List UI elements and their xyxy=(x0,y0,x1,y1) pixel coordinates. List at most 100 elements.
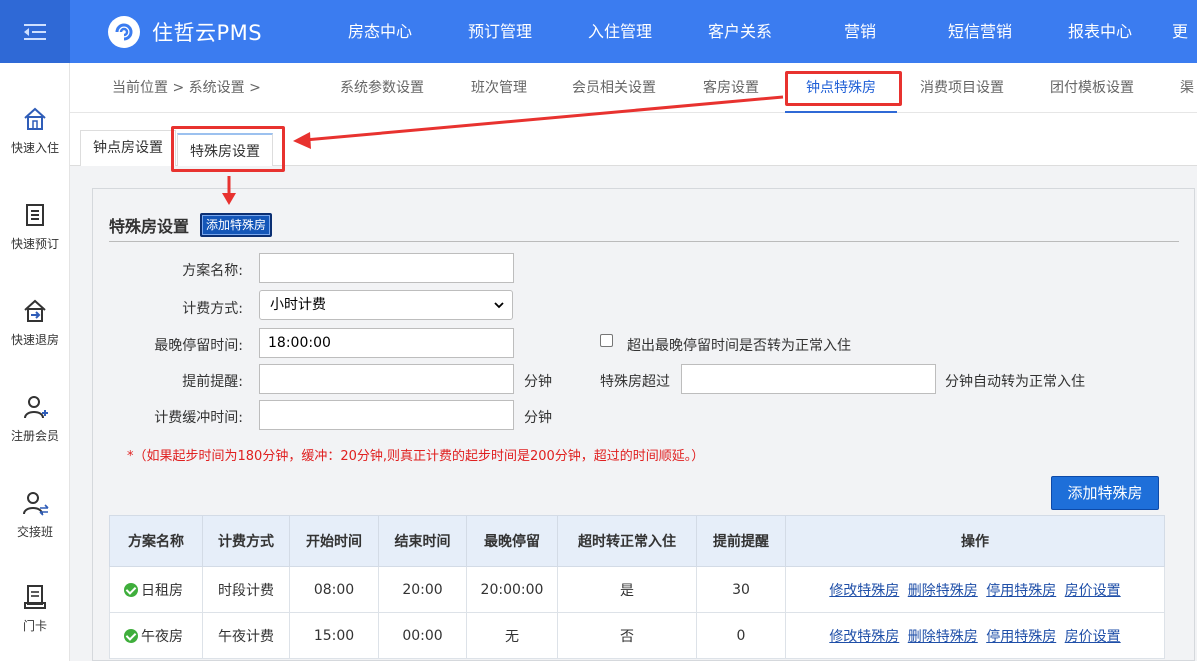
overtime-convert-checkbox[interactable] xyxy=(600,334,613,347)
delete-special-room-link[interactable]: 删除特殊房 xyxy=(908,583,978,599)
sidebar-item-label: 注册会员 xyxy=(10,429,59,443)
cell-start: 15:00 xyxy=(289,612,379,659)
subtab-channel[interactable]: 渠 xyxy=(1180,63,1194,113)
scheme-name-input[interactable] xyxy=(259,253,514,283)
col-billing-method: 计费方式 xyxy=(202,515,290,567)
room-price-settings-link[interactable]: 房价设置 xyxy=(1065,629,1121,645)
cell-billing: 午夜计费 xyxy=(202,612,290,659)
disable-special-room-link[interactable]: 停用特殊房 xyxy=(986,583,1056,599)
overtime-convert-label: 超出最晚停留时间是否转为正常入住 xyxy=(627,338,851,354)
highlight-box-tab xyxy=(171,126,285,172)
col-latest-stay: 最晚停留 xyxy=(466,515,558,567)
settings-subnav: 当前位置 > 系统设置 > 系统参数设置 班次管理 会员相关设置 客房设置 钟点… xyxy=(70,63,1197,113)
menu-toggle-button[interactable] xyxy=(0,0,70,63)
main-nav: 房态中心 预订管理 入住管理 客户关系 营销 短信营销 报表中心 更 xyxy=(320,0,1197,63)
cell-scheme-name: 日租房 xyxy=(109,566,203,613)
edit-special-room-link[interactable]: 修改特殊房 xyxy=(829,629,899,645)
chevron-down-icon xyxy=(494,302,504,309)
top-bar: 住哲云PMS 房态中心 预订管理 入住管理 客户关系 营销 短信营销 报表中心 … xyxy=(0,0,1197,63)
sidebar-item-quick-checkout[interactable]: 快速退房 xyxy=(0,297,70,367)
cell-actions: 修改特殊房 删除特殊房 停用特殊房 房价设置 xyxy=(785,566,1165,613)
special-room-panel: 特殊房设置 添加特殊房 方案名称: 计费方式: 小时计费 最晚停留时间: 18:… xyxy=(92,188,1195,661)
booking-list-icon xyxy=(26,204,44,226)
sidebar-item-shift-handover[interactable]: 交接班 xyxy=(0,489,70,559)
sidebar-item-quick-checkin[interactable]: 快速入住 xyxy=(0,105,70,175)
billing-buffer-input[interactable] xyxy=(259,400,514,430)
nav-reports[interactable]: 报表中心 xyxy=(1040,0,1160,63)
col-scheme-name: 方案名称 xyxy=(109,515,203,567)
scheme-name-text: 日租房 xyxy=(141,582,183,599)
breadcrumb: 当前位置 > 系统设置 > xyxy=(112,80,261,96)
nav-room-status[interactable]: 房态中心 xyxy=(320,0,440,63)
logo-mark-icon xyxy=(108,16,140,48)
col-start-time: 开始时间 xyxy=(289,515,379,567)
sidebar-item-door-card[interactable]: 门卡 xyxy=(0,583,70,653)
subtab-consumption-items[interactable]: 消费项目设置 xyxy=(920,63,1004,113)
delete-special-room-link[interactable]: 删除特殊房 xyxy=(908,629,978,645)
cell-overtime: 否 xyxy=(557,612,697,659)
add-special-room-button[interactable]: 添加特殊房 xyxy=(1051,476,1159,510)
special-over-input[interactable] xyxy=(681,364,936,394)
sidebar-item-label: 快速退房 xyxy=(10,333,59,347)
checkout-icon xyxy=(24,299,46,322)
special-room-table: 方案名称 计费方式 开始时间 结束时间 最晚停留 超时转正常入住 提前提醒 操作… xyxy=(109,515,1165,659)
billing-method-select[interactable]: 小时计费 xyxy=(259,290,513,320)
sidebar-item-label: 快速预订 xyxy=(10,237,59,251)
panel-title: 特殊房设置 xyxy=(109,217,190,236)
nav-more[interactable]: 更 xyxy=(1160,0,1197,63)
subtab-member-settings[interactable]: 会员相关设置 xyxy=(572,63,656,113)
table-header-row: 方案名称 计费方式 开始时间 结束时间 最晚停留 超时转正常入住 提前提醒 操作 xyxy=(109,515,1165,567)
nav-reservation[interactable]: 预订管理 xyxy=(440,0,560,63)
edit-special-room-link[interactable]: 修改特殊房 xyxy=(829,583,899,599)
divider xyxy=(109,241,1179,242)
special-over-label: 特殊房超过 xyxy=(600,374,670,390)
cell-actions: 修改特殊房 删除特殊房 停用特殊房 房价设置 xyxy=(785,612,1165,659)
add-special-room-button-small[interactable]: 添加特殊房 xyxy=(200,213,273,237)
cell-latest: 20:00:00 xyxy=(466,566,558,613)
cell-overtime: 是 xyxy=(557,566,697,613)
billing-method-label: 计费方式: xyxy=(182,301,243,317)
nav-customer-relations[interactable]: 客户关系 xyxy=(680,0,800,63)
billing-method-value: 小时计费 xyxy=(270,297,326,313)
app-logo: 住哲云PMS xyxy=(108,16,262,48)
advance-remind-input[interactable] xyxy=(259,364,514,394)
add-user-icon xyxy=(24,396,48,419)
advance-remind-label: 提前提醒: xyxy=(182,374,243,390)
cell-end: 00:00 xyxy=(378,612,467,659)
cell-billing: 时段计费 xyxy=(202,566,290,613)
cell-start: 08:00 xyxy=(289,566,379,613)
nav-checkin[interactable]: 入住管理 xyxy=(560,0,680,63)
scheme-name-text: 午夜房 xyxy=(141,628,183,645)
remind-minute-unit: 分钟 xyxy=(524,374,552,390)
table-row: 午夜房 午夜计费 15:00 00:00 无 否 0 修改特殊房 删除特殊房 停… xyxy=(109,612,1165,659)
col-end-time: 结束时间 xyxy=(378,515,467,567)
tab-hourly-room[interactable]: 钟点房设置 xyxy=(80,130,176,166)
sidebar-item-quick-booking[interactable]: 快速预订 xyxy=(0,201,70,271)
subtab-group-pay-template[interactable]: 团付模板设置 xyxy=(1050,63,1134,113)
buffer-minute-unit: 分钟 xyxy=(524,410,552,426)
nav-sms-marketing[interactable]: 短信营销 xyxy=(920,0,1040,63)
subtab-shift-management[interactable]: 班次管理 xyxy=(471,63,527,113)
room-price-settings-link[interactable]: 房价设置 xyxy=(1065,583,1121,599)
special-over-suffix: 分钟自动转为正常入住 xyxy=(945,374,1085,390)
cell-latest: 无 xyxy=(466,612,558,659)
col-overtime-convert: 超时转正常入住 xyxy=(557,515,697,567)
sidebar-item-label: 快速入住 xyxy=(10,141,59,155)
disable-special-room-link[interactable]: 停用特殊房 xyxy=(986,629,1056,645)
col-advance-remind: 提前提醒 xyxy=(696,515,786,567)
door-card-icon xyxy=(24,585,46,609)
sidebar-item-register-member[interactable]: 注册会员 xyxy=(0,393,70,463)
latest-stay-input[interactable]: 18:00:00 xyxy=(259,328,514,358)
subtab-system-params[interactable]: 系统参数设置 xyxy=(340,63,424,113)
sidebar: 快速入住 快速预订 快速退房 注册会员 交接班 门卡 xyxy=(0,63,70,661)
cell-end: 20:00 xyxy=(378,566,467,613)
subtab-room-settings[interactable]: 客房设置 xyxy=(703,63,759,113)
enabled-check-icon xyxy=(124,628,138,643)
highlight-box-subtab xyxy=(785,71,902,106)
cell-remind: 0 xyxy=(696,612,786,659)
latest-stay-label: 最晚停留时间: xyxy=(154,338,243,354)
enabled-check-icon xyxy=(124,582,138,597)
nav-marketing[interactable]: 营销 xyxy=(800,0,920,63)
scheme-name-label: 方案名称: xyxy=(182,263,243,279)
sidebar-item-label: 门卡 xyxy=(22,619,47,633)
